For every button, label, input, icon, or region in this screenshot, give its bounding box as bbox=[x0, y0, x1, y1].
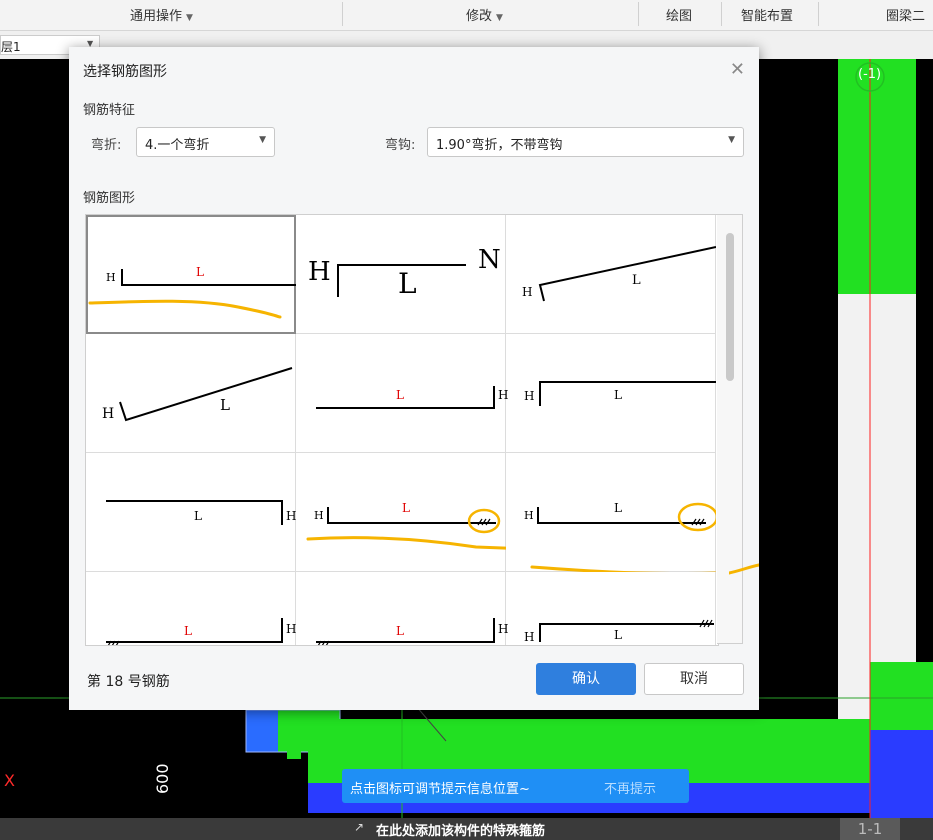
rebar-shape-drawing bbox=[539, 619, 714, 642]
close-icon[interactable]: ✕ bbox=[730, 59, 745, 80]
shape-letter-l: L bbox=[398, 267, 417, 300]
rebar-shape-option[interactable]: H L bbox=[506, 215, 716, 334]
rebar-shape-drawing bbox=[88, 269, 296, 319]
shape-letter-h: H bbox=[524, 630, 535, 644]
bend-label: 弯折: bbox=[91, 138, 122, 153]
bend-select[interactable]: 4.一个弯折 ▼ bbox=[136, 127, 275, 157]
toolbar-divider bbox=[818, 2, 819, 26]
x-axis-marker: X bbox=[4, 771, 15, 790]
menu-label: 修改 bbox=[466, 9, 493, 24]
shape-letter-l: L bbox=[196, 265, 204, 279]
selected-rebar-status: 第 18 号钢筋 bbox=[87, 674, 170, 690]
hint-tooltip[interactable]: 点击图标可调节提示信息位置~ 不再提示 bbox=[342, 769, 689, 803]
hint-text: 点击图标可调节提示信息位置~ bbox=[350, 782, 530, 797]
rebar-shape-grid: H L H L N H L H L L H H L L H H L H L L … bbox=[85, 214, 719, 646]
rebar-shape-option[interactable]: H L bbox=[86, 334, 296, 453]
toolbar-divider bbox=[721, 2, 722, 26]
toolbar-divider bbox=[638, 2, 639, 26]
shape-letter-h: H bbox=[314, 509, 324, 522]
hook-select-value: 1.90°弯折，不带弯钩 bbox=[436, 138, 563, 153]
section-label: 1-1 bbox=[840, 818, 900, 840]
toolbar-divider bbox=[342, 2, 343, 26]
layer-select-value: 层1 bbox=[1, 40, 21, 54]
shape-grid-scrollbar[interactable] bbox=[717, 214, 743, 644]
section-shapes-heading: 钢筋图形 bbox=[83, 191, 136, 206]
shape-letter-l: L bbox=[220, 396, 230, 414]
rebar-shape-option[interactable]: H L bbox=[296, 453, 506, 572]
shape-letter-l: L bbox=[194, 509, 202, 523]
chevron-down-icon: ▼ bbox=[186, 13, 193, 23]
section-features-heading: 钢筋特征 bbox=[83, 103, 136, 118]
top-toolbar: 通用操作 ▼ 修改 ▼ 绘图 智能布置 圈梁二 bbox=[0, 0, 933, 31]
shape-letter-h: H bbox=[522, 285, 533, 299]
rebar-shape-option[interactable]: H L bbox=[506, 453, 716, 572]
rebar-shape-drawing bbox=[106, 500, 283, 525]
menu-draw[interactable]: 绘图 bbox=[666, 5, 692, 24]
rebar-shape-option[interactable]: L H bbox=[86, 572, 297, 645]
cancel-button[interactable]: 取消 bbox=[644, 663, 744, 695]
shape-letter-h: H bbox=[524, 389, 535, 403]
scrollbar-thumb[interactable] bbox=[726, 233, 734, 381]
dont-show-again-link[interactable]: 不再提示 bbox=[604, 778, 656, 797]
rebar-shape-drawing bbox=[539, 381, 716, 406]
shape-letter-l: L bbox=[402, 501, 410, 515]
rebar-shape-drawing bbox=[119, 367, 293, 422]
shape-letter-h: H bbox=[102, 406, 115, 422]
dimension-label: 600 bbox=[153, 763, 172, 794]
rebar-shape-drawing bbox=[306, 507, 506, 550]
shape-letter-h: H bbox=[286, 509, 297, 523]
shrink-arrows-icon[interactable]: ↗ bbox=[354, 820, 364, 834]
shape-letter-l: L bbox=[184, 624, 192, 638]
menu-smart-layout[interactable]: 智能布置 bbox=[741, 5, 793, 24]
dialog-title: 选择钢筋图形 bbox=[83, 64, 167, 80]
shape-letter-n: N bbox=[478, 245, 501, 275]
shape-letter-h: H bbox=[308, 257, 331, 287]
chevron-down-icon: ▼ bbox=[259, 135, 266, 145]
rebar-shape-option[interactable]: H L bbox=[506, 334, 716, 453]
menu-label: 通用操作 bbox=[130, 9, 183, 24]
shape-letter-l: L bbox=[614, 388, 622, 402]
rebar-shape-drawing bbox=[538, 246, 716, 302]
shape-letter-l: L bbox=[396, 388, 404, 402]
hook-select[interactable]: 1.90°弯折，不带弯钩 ▼ bbox=[427, 127, 744, 157]
bend-select-value: 4.一个弯折 bbox=[145, 138, 210, 153]
rebar-shape-option[interactable]: L H bbox=[296, 334, 508, 453]
highlight-stroke bbox=[729, 563, 759, 575]
select-rebar-shape-dialog: 选择钢筋图形 ✕ 钢筋特征 弯折: 4.一个弯折 ▼ 弯钩: 1.90°弯折，不… bbox=[69, 47, 759, 710]
hook-label: 弯钩: bbox=[385, 138, 416, 153]
rebar-shape-option[interactable]: L H bbox=[86, 453, 296, 572]
menu-modify[interactable]: 修改 ▼ bbox=[466, 5, 503, 24]
shape-letter-h: H bbox=[524, 509, 534, 522]
shape-letter-l: L bbox=[632, 273, 641, 288]
rebar-shape-drawing bbox=[530, 502, 716, 572]
shape-letter-h: H bbox=[106, 271, 116, 284]
menu-ring-beam[interactable]: 圈梁二 bbox=[886, 5, 925, 24]
axis-label: (-1) bbox=[858, 67, 882, 82]
status-message: 在此处添加该构件的特殊箍筋 bbox=[376, 824, 546, 839]
shape-letter-l: L bbox=[614, 628, 622, 642]
rebar-shape-option[interactable]: L H bbox=[296, 572, 508, 645]
shape-letter-h: H bbox=[286, 622, 297, 636]
shape-letter-l: L bbox=[396, 624, 404, 638]
menu-general-ops[interactable]: 通用操作 ▼ bbox=[130, 5, 193, 24]
rebar-shape-option[interactable]: H L bbox=[86, 215, 296, 334]
chevron-down-icon: ▼ bbox=[728, 135, 735, 145]
confirm-button[interactable]: 确认 bbox=[536, 663, 636, 695]
shape-letter-l: L bbox=[614, 501, 622, 515]
status-bar: ↗ 在此处添加该构件的特殊箍筋 1-1 bbox=[0, 818, 933, 840]
rebar-shape-option[interactable]: H L bbox=[506, 572, 716, 645]
rebar-shape-option[interactable]: H L N bbox=[296, 215, 506, 334]
chevron-down-icon: ▼ bbox=[496, 13, 503, 23]
